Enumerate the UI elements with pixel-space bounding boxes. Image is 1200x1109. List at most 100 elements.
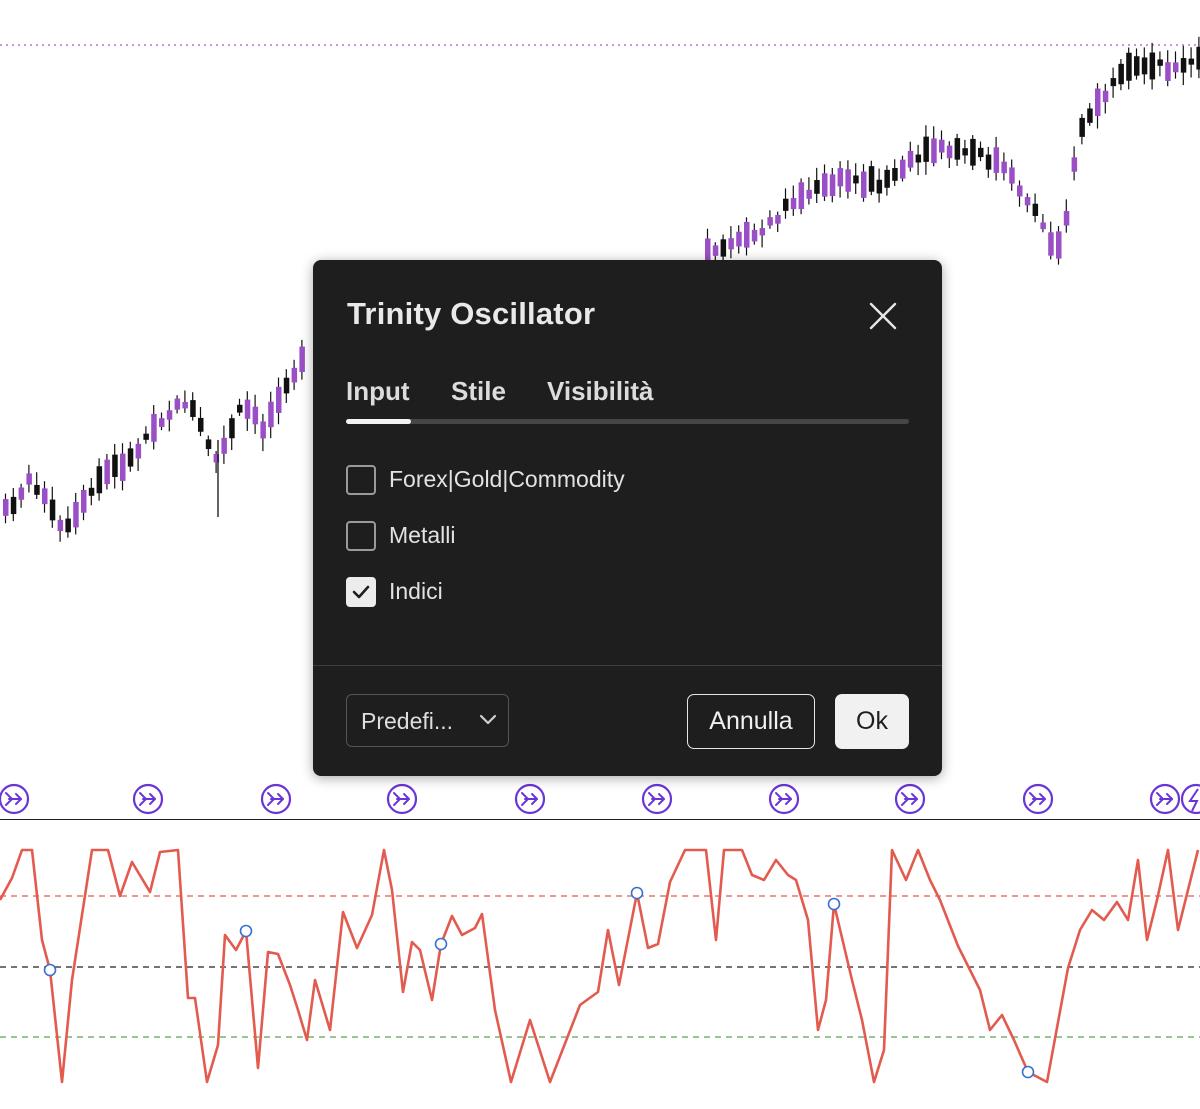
checkbox[interactable] — [346, 521, 376, 551]
tab-stile[interactable]: Stile — [451, 376, 506, 407]
cross-marker-dot — [827, 897, 841, 911]
arrow-right-circle-icon[interactable] — [1022, 783, 1054, 815]
candle-body — [268, 401, 274, 428]
tab-input[interactable]: Input — [346, 376, 410, 407]
candle-body — [1001, 161, 1007, 174]
ok-button[interactable]: Ok — [835, 694, 909, 749]
candle-body — [1149, 52, 1156, 80]
candle-body — [900, 159, 906, 179]
candle-body — [81, 490, 87, 513]
candle-body — [790, 198, 797, 210]
candle-body — [1032, 203, 1039, 216]
candle-body — [1141, 57, 1148, 75]
candle-body — [1134, 56, 1140, 76]
candle-body — [915, 154, 922, 163]
candle-body — [182, 401, 188, 409]
arrow-right-circle-icon[interactable] — [768, 783, 800, 815]
candle-body — [853, 175, 859, 184]
candle-body — [221, 437, 227, 454]
oscillator-chart[interactable] — [0, 820, 1200, 1109]
candle-body — [736, 231, 742, 247]
candle-body — [970, 138, 976, 166]
candle-body — [49, 499, 56, 521]
arrow-right-circle-icon[interactable] — [132, 783, 164, 815]
candle-body — [931, 138, 937, 164]
candle-body — [299, 346, 305, 373]
candle-body — [759, 228, 766, 236]
candle-body — [1173, 62, 1179, 73]
candle-body — [26, 473, 32, 485]
checkbox-checked[interactable] — [346, 577, 376, 607]
candle-body — [712, 245, 719, 256]
candle-body — [166, 410, 173, 420]
arrow-right-circle-icon[interactable] — [894, 783, 926, 815]
candle-body — [1180, 58, 1187, 73]
candle-body — [1165, 62, 1171, 81]
candle-body — [57, 519, 64, 532]
candle-body — [283, 377, 290, 394]
arrow-right-circle-icon[interactable] — [641, 783, 673, 815]
candle-body — [1087, 108, 1093, 123]
candle-body — [198, 417, 204, 432]
arrow-right-circle-icon[interactable] — [260, 783, 292, 815]
cancel-button[interactable]: Annulla — [687, 694, 815, 749]
candle-body — [837, 168, 844, 187]
candle-body — [907, 150, 914, 168]
candle-body — [1024, 197, 1031, 206]
candle-body — [1079, 117, 1085, 137]
candle-body — [229, 418, 235, 439]
candle-body — [806, 189, 812, 199]
candle-body — [1157, 59, 1163, 66]
cross-marker-dot — [43, 963, 57, 977]
candle-body — [174, 398, 181, 410]
arrow-right-circle-icon[interactable] — [1149, 783, 1181, 815]
candle-body — [65, 518, 71, 533]
candle-body — [767, 217, 773, 226]
candle-body — [190, 400, 196, 417]
arrow-right-circle-icon[interactable] — [386, 783, 418, 815]
candle-body — [892, 168, 898, 181]
arrow-right-circle-icon[interactable] — [0, 783, 30, 815]
cross-marker-dot — [434, 937, 448, 951]
candle-body — [829, 174, 836, 196]
candle-body — [127, 448, 134, 467]
checkbox[interactable] — [346, 465, 376, 495]
candle-body — [1188, 58, 1195, 65]
candle-body — [1017, 185, 1023, 197]
candle-body — [985, 154, 992, 170]
tab-active-indicator — [346, 419, 411, 424]
candle-body — [783, 198, 789, 211]
checkmark-icon — [352, 585, 370, 599]
candle-body — [939, 139, 945, 153]
candle-body — [814, 180, 820, 194]
candle-body — [884, 169, 890, 188]
candle-body — [1095, 88, 1101, 117]
lightning-marker-icon[interactable] — [1180, 783, 1200, 815]
candle-body — [135, 443, 142, 459]
candle-body — [1009, 167, 1015, 184]
candle-body — [1110, 78, 1117, 87]
candle-body — [1063, 211, 1070, 226]
candle-body — [159, 418, 165, 427]
candle-body — [868, 166, 875, 192]
candle-body — [276, 386, 282, 413]
candle-body — [104, 459, 110, 485]
candle-body — [1071, 157, 1078, 172]
candle-body — [798, 182, 805, 210]
candle-body — [34, 484, 40, 495]
indicator-settings-dialog: Trinity Oscillator Input Stile Visibilit… — [313, 260, 942, 776]
arrow-right-circle-icon[interactable] — [514, 783, 546, 815]
tab-visibilita[interactable]: Visibilità — [547, 376, 653, 407]
signal-marker-row — [0, 783, 1200, 815]
close-button[interactable] — [865, 298, 901, 334]
candle-body — [993, 147, 1000, 173]
chevron-down-icon — [479, 714, 497, 725]
preset-dropdown[interactable]: Predefi... — [346, 694, 509, 747]
preset-label: Predefi... — [361, 708, 454, 734]
candle-body — [946, 145, 953, 159]
option-label: Indici — [389, 578, 443, 604]
candle-body — [728, 238, 734, 250]
candle-body — [73, 501, 79, 528]
candle-body — [876, 179, 883, 194]
candle-body — [720, 239, 727, 257]
